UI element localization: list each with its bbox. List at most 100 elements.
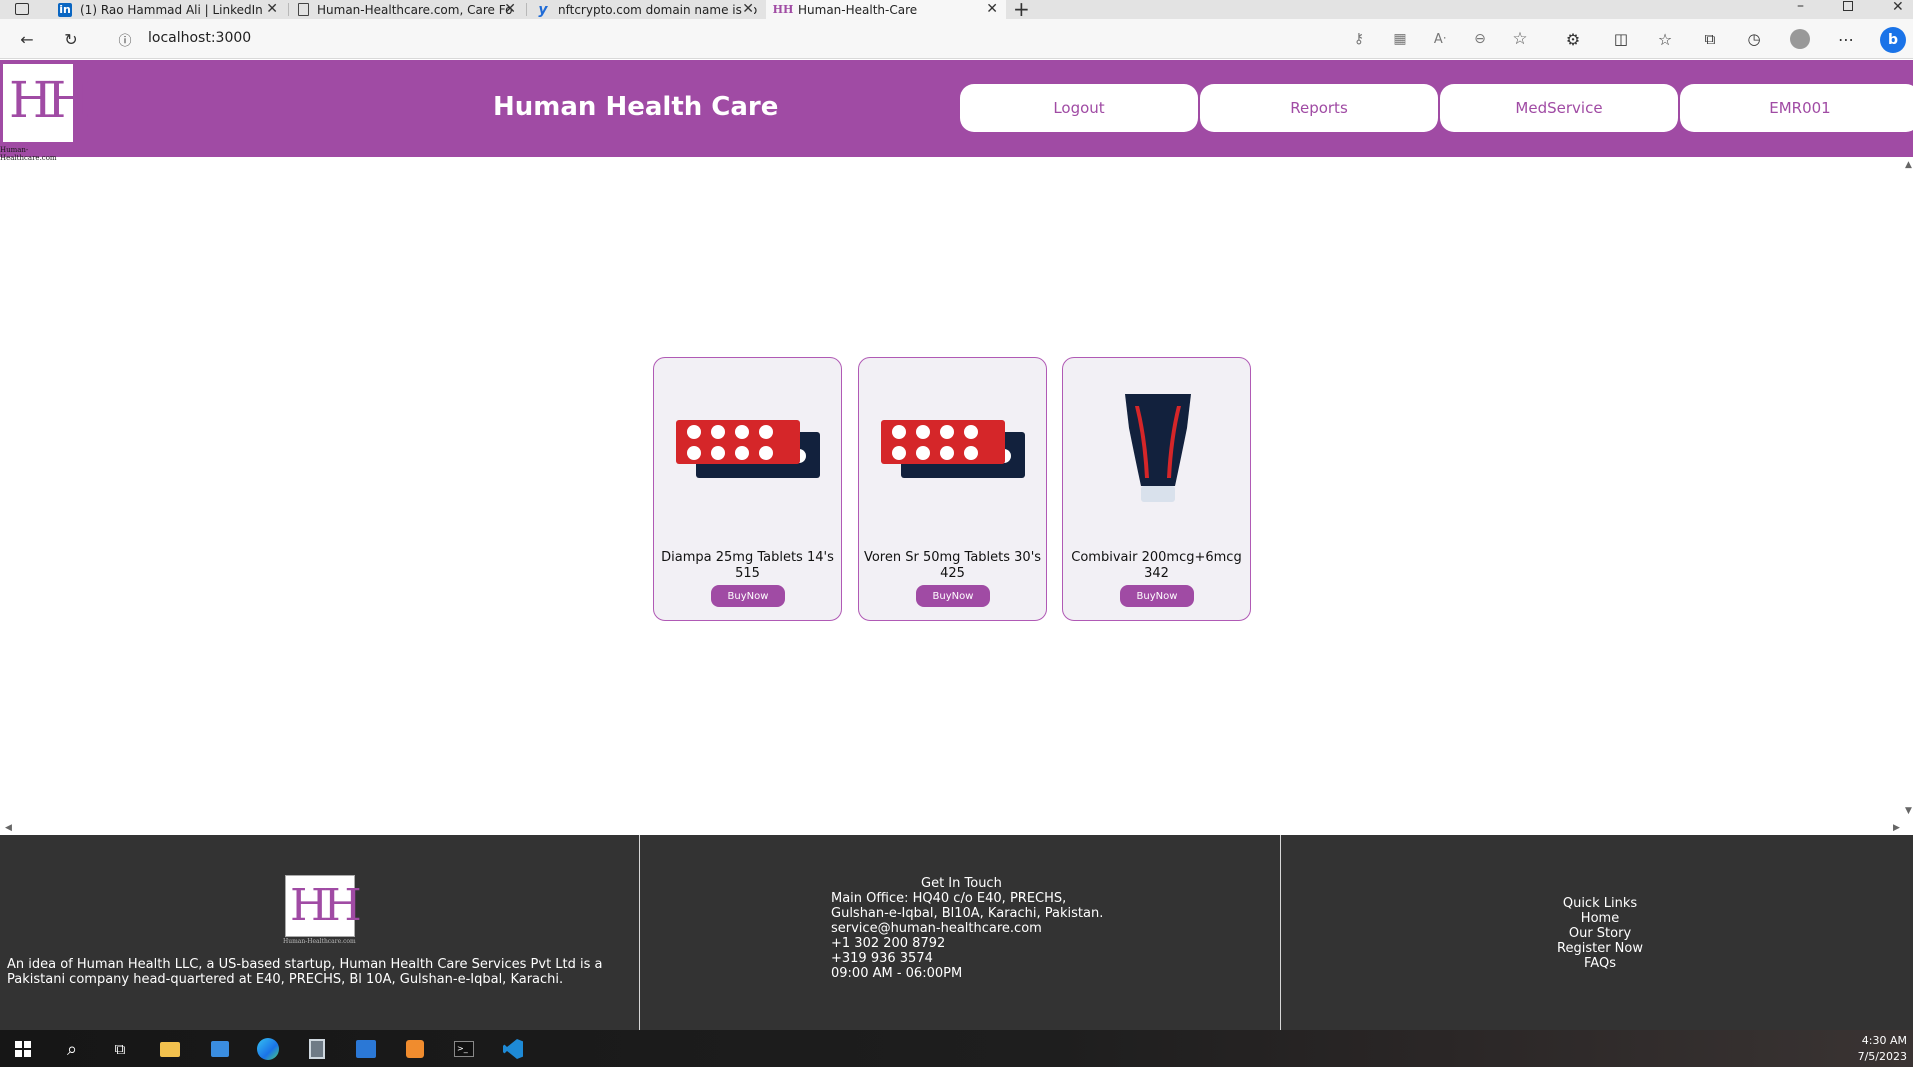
scroll-down-arrow-icon[interactable]: ▼ [1905,806,1912,816]
product-price: 425 [940,566,965,581]
clock-date: 7/5/2023 [1857,1050,1907,1063]
read-aloud-icon[interactable]: Aᐧ [1430,29,1450,49]
contact-heading: Get In Touch [921,876,1002,891]
tab-human-health-care[interactable]: HH Human-Health-Care ✕ [766,0,1006,19]
scroll-left-arrow-icon[interactable]: ◀ [5,823,12,833]
browser-toolbar: ← ↻ ⓘ localhost:3000 ⚷ ▦ Aᐧ ⊖ ☆ ⚙ ◫ ☆ ⧉ … [0,19,1913,59]
hh-icon: HH [772,3,794,16]
vscode-icon[interactable] [502,1038,524,1060]
reports-button[interactable]: Reports [1200,84,1438,132]
footer-link-home[interactable]: Home [1540,911,1660,926]
minimize-icon[interactable]: – [1797,0,1804,14]
video-editor-icon[interactable] [355,1038,377,1060]
bing-copilot-icon[interactable]: b [1880,27,1906,53]
contact-phone: +1 302 200 8792 [831,936,946,951]
logout-button[interactable]: Logout [960,84,1198,132]
favorites-icon[interactable]: ☆ [1655,29,1675,49]
search-icon[interactable]: ⌕ [61,1038,83,1060]
contact-line: Gulshan-e-Iqbal, Bl10A, Karachi, Pakista… [831,906,1104,921]
footer-logo-caption: Human-Healthcare.com [283,938,356,945]
tab-title: (1) Rao Hammad Ali | LinkedIn [80,2,263,17]
profile-avatar-icon[interactable] [1790,29,1810,49]
file-explorer-icon[interactable] [159,1038,181,1060]
tab-actions-icon[interactable] [15,3,29,15]
page-title: Human Health Care [493,92,779,122]
tab-title: Human-Healthcare.com, Care Fo [317,2,513,17]
close-icon[interactable]: ✕ [504,0,516,19]
quick-links-heading: Quick Links [1562,896,1638,911]
history-icon[interactable]: ◷ [1744,29,1764,49]
favorite-star-icon[interactable]: ☆ [1510,29,1530,49]
product-card: Diampa 25mg Tablets 14's 515 BuyNow [653,357,842,621]
footer-about-text: An idea of Human Health LLC, a US-based … [7,957,603,987]
brand-logo[interactable]: HH [3,64,90,142]
footer-link-register-now[interactable]: Register Now [1540,941,1660,956]
close-icon[interactable]: ✕ [742,0,754,19]
windows-start-icon[interactable] [12,1038,34,1060]
collections-icon[interactable]: ⧉ [1700,29,1720,49]
media-player-icon[interactable] [404,1038,426,1060]
footer-link-faqs[interactable]: FAQs [1540,956,1660,971]
footer-logo: HH [285,875,362,937]
restore-icon[interactable] [1843,1,1853,11]
calculator-icon[interactable] [306,1038,328,1060]
product-card: Voren Sr 50mg Tablets 30's 425 BuyNow [858,357,1047,621]
scroll-up-arrow-icon[interactable]: ▲ [1905,160,1912,170]
zoom-out-icon[interactable]: ⊖ [1470,29,1490,49]
apps-icon[interactable]: ▦ [1390,29,1410,49]
extensions-icon[interactable]: ⚙ [1563,29,1583,49]
footer-link-our-story[interactable]: Our Story [1540,926,1660,941]
tab-linkedin[interactable]: in (1) Rao Hammad Ali | LinkedIn ✕ [58,0,286,19]
logo-mark: HH [290,880,362,931]
buy-now-button[interactable]: BuyNow [711,585,785,607]
tube-icon [1125,394,1191,502]
back-icon[interactable]: ← [17,29,37,49]
product-price: 342 [1144,566,1169,581]
tab-title: Human-Health-Care [798,2,918,17]
new-tab-button[interactable]: + [1013,0,1030,21]
edge-browser-icon[interactable] [257,1038,279,1060]
emr001-button[interactable]: EMR001 [1680,84,1913,132]
product-name: Combivair 200mcg+6mcg [1071,550,1242,565]
contact-section: Get In Touch Main Office: HQ40 c/o E40, … [831,876,1103,981]
yahoo-icon: y [538,1,548,18]
close-icon[interactable]: ✕ [266,0,278,19]
footer-divider [1280,835,1281,1030]
quick-links-section: Quick Links Home Our Story Register Now … [1540,896,1660,971]
tab-separator [526,3,527,16]
footer: HH Human-Healthcare.com An idea of Human… [0,835,1913,1030]
contact-line: Main Office: HQ40 c/o E40, PRECHS, [831,891,1067,906]
store-icon[interactable] [209,1038,231,1060]
product-card: Combivair 200mcg+6mcg 342 BuyNow [1062,357,1251,621]
tab-human-healthcare[interactable]: Human-Healthcare.com, Care Fo ✕ [298,0,524,19]
product-name: Diampa 25mg Tablets 14's [661,550,834,565]
tab-separator [288,3,289,16]
product-price: 515 [735,566,760,581]
close-window-icon[interactable]: ✕ [1892,0,1904,15]
contact-phone: +319 936 3574 [831,951,933,966]
task-view-icon[interactable]: ⧉ [109,1038,131,1060]
tab-title: nftcrypto.com domain name is fo [558,2,758,17]
scroll-right-arrow-icon[interactable]: ▶ [1893,823,1900,833]
tab-nftcrypto[interactable]: y nftcrypto.com domain name is fo ✕ [536,0,762,19]
terminal-icon[interactable]: >_ [453,1038,475,1060]
more-menu-icon[interactable]: ⋯ [1836,29,1856,49]
buy-now-button[interactable]: BuyNow [916,585,990,607]
clock-time: 4:30 AM [1861,1034,1907,1047]
address-bar[interactable]: localhost:3000 [148,30,251,46]
system-clock[interactable]: 4:30 AM 7/5/2023 [1858,1033,1907,1065]
buy-now-button[interactable]: BuyNow [1120,585,1194,607]
close-icon[interactable]: ✕ [986,0,998,19]
tablet-blister-icon [676,420,820,478]
logo-caption: Human-Healthcare.com [0,146,57,162]
medservice-button[interactable]: MedService [1440,84,1678,132]
contact-hours: 09:00 AM - 06:00PM [831,966,963,981]
linkedin-icon: in [58,2,72,17]
refresh-icon[interactable]: ↻ [61,29,81,49]
split-screen-icon[interactable]: ◫ [1611,29,1631,49]
product-name: Voren Sr 50mg Tablets 30's [863,550,1042,565]
key-icon[interactable]: ⚷ [1349,29,1369,49]
logo-mark: HH [9,71,90,129]
site-info-icon[interactable]: ⓘ [115,29,135,49]
taskbar: ⌕ ⧉ >_ 4:30 AM 7/5/2023 [0,1030,1913,1067]
